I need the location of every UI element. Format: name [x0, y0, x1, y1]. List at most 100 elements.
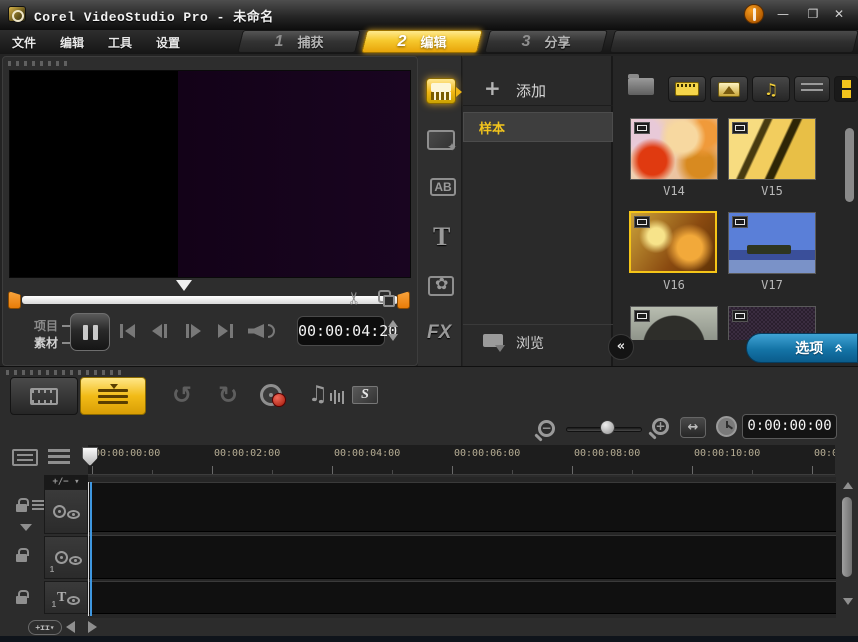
clip-thumbnail-v16-selected[interactable]	[629, 211, 717, 273]
scroll-right-icon[interactable]	[88, 621, 97, 633]
zoom-out-icon[interactable]: −	[538, 420, 555, 437]
timeline-tracks-area[interactable]	[88, 477, 836, 618]
scroll-up-icon[interactable]	[843, 482, 853, 489]
options-label: 选项	[795, 338, 823, 358]
title-track-header[interactable]: 1T	[44, 581, 88, 614]
go-to-start-button[interactable]	[120, 324, 135, 338]
chevron-up-icon: »	[829, 343, 847, 353]
transition-tab-icon[interactable]	[427, 130, 455, 150]
overlay-track-header[interactable]: 1	[44, 536, 88, 579]
zoom-in-icon[interactable]: +	[652, 418, 669, 435]
ruler-tick: 00:00:12:00	[814, 448, 835, 459]
ab-transition-tab-icon[interactable]: AB	[429, 178, 457, 196]
volume-icon[interactable]	[248, 324, 275, 338]
close-button[interactable]: ✕	[828, 8, 850, 22]
thumbnail-view-button[interactable]	[834, 76, 858, 102]
folder-icon[interactable]	[628, 78, 654, 95]
browse-label: 浏览	[516, 333, 544, 353]
minimize-button[interactable]: —	[772, 8, 794, 22]
step-tab-edit[interactable]: 2 编辑	[361, 30, 483, 53]
record-capture-icon[interactable]	[260, 384, 282, 406]
multi-trim-icon[interactable]: S	[352, 386, 378, 404]
scroll-left-icon[interactable]	[66, 621, 75, 633]
duration-clock-icon[interactable]	[716, 416, 737, 437]
video-track-header[interactable]	[44, 489, 88, 534]
previous-frame-button[interactable]	[152, 324, 167, 338]
pause-button[interactable]	[70, 313, 110, 351]
maximize-button[interactable]: ❐	[802, 8, 824, 22]
window-title: Corel VideoStudio Pro - 未命名	[34, 6, 274, 25]
step-label: 编辑	[420, 32, 446, 51]
ruler-tick: 00:00:08:00	[574, 448, 640, 459]
scroll-down-icon[interactable]	[843, 598, 853, 605]
track-area-left-edge	[88, 482, 89, 616]
title-tab-icon[interactable]: T	[433, 222, 450, 252]
preview-playhead-marker[interactable]	[176, 280, 192, 291]
library-scrollbar[interactable]	[845, 128, 854, 202]
video-filter-button[interactable]	[668, 76, 706, 102]
preview-timecode[interactable]: 00:00:04:20	[297, 316, 385, 346]
timecode-decrease-icon[interactable]	[388, 334, 398, 341]
collapse-library-button[interactable]: «	[608, 334, 634, 360]
track-dropdown-icon[interactable]	[20, 524, 32, 531]
split-clip-icon[interactable]: ✂	[345, 291, 365, 305]
graphic-tab-icon[interactable]	[428, 276, 456, 296]
step-label: 捕获	[297, 32, 323, 51]
lock-track-icon[interactable]	[16, 596, 27, 604]
add-remove-track-button[interactable]: +/− ▾	[44, 475, 88, 489]
list-view-button[interactable]	[794, 76, 830, 102]
clip-thumbnail-v14[interactable]	[630, 118, 718, 180]
ruler-tick: 00:00:00:00	[94, 448, 160, 459]
filter-tab-icon[interactable]: FX	[427, 322, 451, 344]
project-mode-toggle[interactable]: 项目	[34, 317, 71, 334]
timeline-playhead-line[interactable]	[90, 482, 92, 616]
undo-button[interactable]: ↺	[172, 381, 192, 409]
plus-icon: +	[484, 76, 501, 100]
panel-grip-dots	[6, 370, 126, 375]
timeline-ruler[interactable]: 00:00:00:00 00:00:02:00 00:00:04:00 00:0…	[88, 445, 835, 475]
ripple-edit-icon[interactable]	[32, 500, 44, 512]
project-mode-label: 项目	[34, 317, 58, 334]
preview-scrubber[interactable]	[22, 296, 398, 304]
track-list-icon[interactable]	[48, 449, 70, 466]
corel-guide-icon[interactable]	[744, 4, 764, 24]
tab-bar-filler	[609, 30, 858, 53]
step-number: 3	[522, 33, 531, 51]
timecode-increase-icon[interactable]	[388, 320, 398, 327]
go-to-end-button[interactable]	[218, 324, 233, 338]
menu-edit[interactable]: 编辑	[60, 34, 84, 51]
menu-settings[interactable]: 设置	[156, 34, 180, 51]
clip-thumbnail-v15[interactable]	[728, 118, 816, 180]
track-manager-icon[interactable]	[12, 449, 38, 466]
menu-file[interactable]: 文件	[12, 34, 36, 51]
menu-tools[interactable]: 工具	[108, 34, 132, 51]
video-track-lane[interactable]	[88, 482, 836, 532]
enlarge-preview-icon[interactable]	[378, 290, 391, 303]
lock-track-icon[interactable]	[16, 554, 27, 562]
sound-mixer-icon[interactable]: ♫	[308, 382, 328, 407]
timeline-timecode[interactable]: 0:00:00:00	[742, 414, 837, 439]
zoom-slider-thumb[interactable]	[600, 420, 615, 435]
video-badge-icon	[634, 122, 650, 134]
video-badge-icon	[732, 122, 748, 134]
photo-filter-button[interactable]	[710, 76, 748, 102]
options-button[interactable]: 选项 »	[746, 333, 858, 363]
title-track-lane[interactable]	[88, 581, 836, 614]
lock-track-icon[interactable]	[16, 504, 27, 512]
clip-mode-toggle[interactable]: 素材	[34, 334, 71, 351]
next-frame-button[interactable]	[186, 324, 201, 338]
clip-thumbnail-partial[interactable]	[630, 306, 718, 340]
step-number: 2	[398, 33, 407, 51]
audio-filter-button[interactable]: ♫	[752, 76, 790, 102]
fit-project-icon[interactable]: ↔	[680, 417, 706, 438]
timeline-vertical-scrollbar[interactable]	[842, 497, 852, 577]
redo-button[interactable]: ↻	[218, 381, 238, 409]
step-tab-share[interactable]: 3 分享	[484, 30, 608, 53]
step-tab-capture[interactable]: 1 捕获	[237, 30, 361, 53]
chapter-point-button[interactable]: +ɪɪ▾	[28, 620, 62, 635]
storyboard-icon	[30, 388, 58, 405]
overlay-track-lane[interactable]	[88, 535, 836, 579]
clip-thumbnail-v17[interactable]	[728, 212, 816, 274]
ruler-tick: 00:00:02:00	[214, 448, 280, 459]
media-tab-icon[interactable]	[426, 78, 456, 104]
